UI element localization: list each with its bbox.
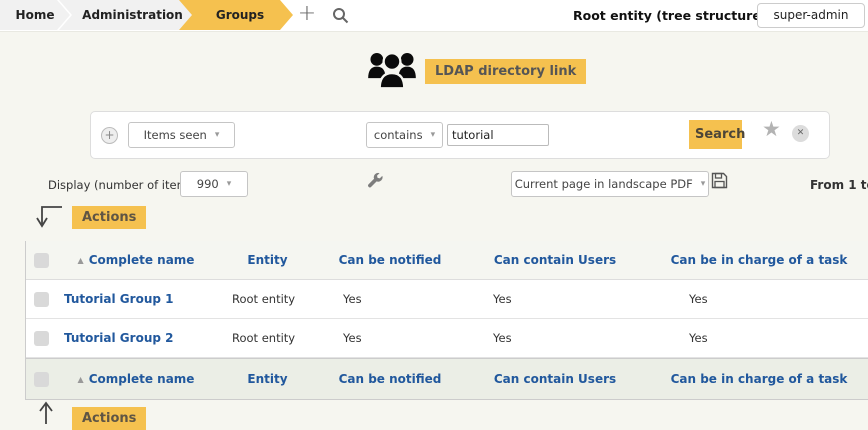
column-footer-label: Can be in charge of a task bbox=[671, 372, 848, 386]
items-per-page-value: 990 bbox=[197, 177, 219, 191]
entity-cell: Root entity bbox=[232, 292, 295, 306]
group-name-link[interactable]: Tutorial Group 2 bbox=[64, 331, 173, 345]
save-export-icon[interactable] bbox=[711, 172, 728, 192]
table-row: Tutorial Group 1 Root entity Yes Yes Yes bbox=[26, 280, 868, 319]
group-name-link[interactable]: Tutorial Group 1 bbox=[64, 292, 173, 306]
operator-select[interactable]: contains ▾ bbox=[366, 122, 443, 148]
breadcrumb-home-label: Home bbox=[16, 8, 55, 22]
column-header-label: Can be in charge of a task bbox=[671, 253, 848, 267]
massive-action-arrow-up-icon bbox=[36, 400, 56, 429]
notified-cell: Yes bbox=[343, 292, 362, 306]
results-table: ▲ Complete name Entity Can be notified C… bbox=[25, 241, 868, 400]
search-icon[interactable] bbox=[332, 7, 349, 27]
search-button[interactable]: Search bbox=[689, 120, 742, 149]
charge-task-cell: Yes bbox=[689, 292, 708, 306]
notified-cell: Yes bbox=[343, 331, 362, 345]
bookmark-star-icon[interactable]: ★ bbox=[762, 117, 781, 141]
actions-button-bottom[interactable]: Actions bbox=[72, 407, 146, 430]
column-header-can-contain-users[interactable]: Can contain Users bbox=[461, 253, 649, 267]
chevron-down-icon: ▾ bbox=[227, 179, 232, 189]
breadcrumb-groups-label: Groups bbox=[216, 8, 264, 22]
breadcrumb-home[interactable]: Home bbox=[0, 0, 70, 30]
actions-button-top[interactable]: Actions bbox=[72, 206, 146, 229]
add-criteria-icon[interactable]: + bbox=[101, 127, 118, 144]
wrench-options-icon[interactable] bbox=[367, 172, 384, 192]
column-header-label: Entity bbox=[247, 253, 287, 267]
column-header-complete-name[interactable]: ▲ Complete name bbox=[56, 253, 216, 267]
contain-users-cell: Yes bbox=[493, 331, 512, 345]
display-count-label: Display (number of items) bbox=[48, 178, 198, 192]
export-format-select[interactable]: Current page in landscape PDF ▾ bbox=[511, 171, 709, 197]
search-query-input[interactable] bbox=[447, 124, 549, 146]
table-header-row: ▲ Complete name Entity Can be notified C… bbox=[26, 241, 868, 280]
entity-cell: Root entity bbox=[232, 331, 295, 345]
column-header-label: Complete name bbox=[89, 253, 195, 267]
column-header-can-be-in-charge[interactable]: Can be in charge of a task bbox=[649, 253, 868, 267]
charge-task-cell: Yes bbox=[689, 331, 708, 345]
sort-asc-icon: ▲ bbox=[78, 256, 84, 265]
operator-select-value: contains bbox=[374, 128, 423, 142]
export-format-value: Current page in landscape PDF bbox=[515, 177, 693, 191]
table-row: Tutorial Group 2 Root entity Yes Yes Yes bbox=[26, 319, 868, 358]
chevron-down-icon: ▾ bbox=[701, 179, 706, 189]
field-select[interactable]: Items seen ▾ bbox=[128, 122, 235, 148]
chevron-down-icon: ▾ bbox=[215, 130, 220, 140]
contain-users-cell: Yes bbox=[493, 292, 512, 306]
breadcrumb-administration[interactable]: Administration bbox=[59, 0, 198, 30]
massive-action-arrow-down-icon bbox=[33, 203, 65, 234]
column-footer-complete-name[interactable]: ▲ Complete name bbox=[56, 372, 216, 386]
breadcrumb-administration-label: Administration bbox=[82, 8, 183, 22]
select-all-checkbox[interactable] bbox=[34, 372, 49, 387]
pagination-range-label: From 1 to bbox=[810, 178, 868, 192]
column-footer-can-be-notified[interactable]: Can be notified bbox=[319, 372, 461, 386]
column-header-can-be-notified[interactable]: Can be notified bbox=[319, 253, 461, 267]
top-bar: Home Administration Groups + Root entity… bbox=[0, 0, 868, 32]
column-header-label: Can be notified bbox=[339, 253, 442, 267]
ldap-directory-link[interactable]: LDAP directory link bbox=[425, 59, 586, 84]
column-header-entity[interactable]: Entity bbox=[216, 253, 319, 267]
profile-selector[interactable]: super-admin bbox=[757, 3, 865, 28]
select-all-checkbox[interactable] bbox=[34, 253, 49, 268]
current-entity-label: Root entity (tree structure) bbox=[573, 8, 767, 23]
row-checkbox[interactable] bbox=[34, 331, 49, 346]
column-footer-entity[interactable]: Entity bbox=[216, 372, 319, 386]
column-footer-label: Complete name bbox=[89, 372, 195, 386]
column-footer-label: Entity bbox=[247, 372, 287, 386]
search-criteria-panel: + Items seen ▾ contains ▾ Search ★ ✕ bbox=[90, 111, 830, 159]
breadcrumb-groups[interactable]: Groups bbox=[179, 0, 293, 30]
items-per-page-select[interactable]: 990 ▾ bbox=[180, 171, 248, 197]
column-footer-can-be-in-charge[interactable]: Can be in charge of a task bbox=[649, 372, 868, 386]
column-footer-can-contain-users[interactable]: Can contain Users bbox=[461, 372, 649, 386]
field-select-value: Items seen bbox=[144, 128, 207, 142]
chevron-down-icon: ▾ bbox=[431, 130, 436, 140]
column-header-label: Can contain Users bbox=[494, 253, 616, 267]
sort-asc-icon: ▲ bbox=[78, 375, 84, 384]
users-group-icon[interactable] bbox=[366, 46, 418, 96]
column-footer-label: Can be notified bbox=[339, 372, 442, 386]
column-footer-label: Can contain Users bbox=[494, 372, 616, 386]
row-checkbox[interactable] bbox=[34, 292, 49, 307]
add-item-icon[interactable]: + bbox=[296, 0, 318, 29]
table-footer-header-row: ▲ Complete name Entity Can be notified C… bbox=[26, 358, 868, 400]
reset-search-icon[interactable]: ✕ bbox=[792, 125, 809, 142]
